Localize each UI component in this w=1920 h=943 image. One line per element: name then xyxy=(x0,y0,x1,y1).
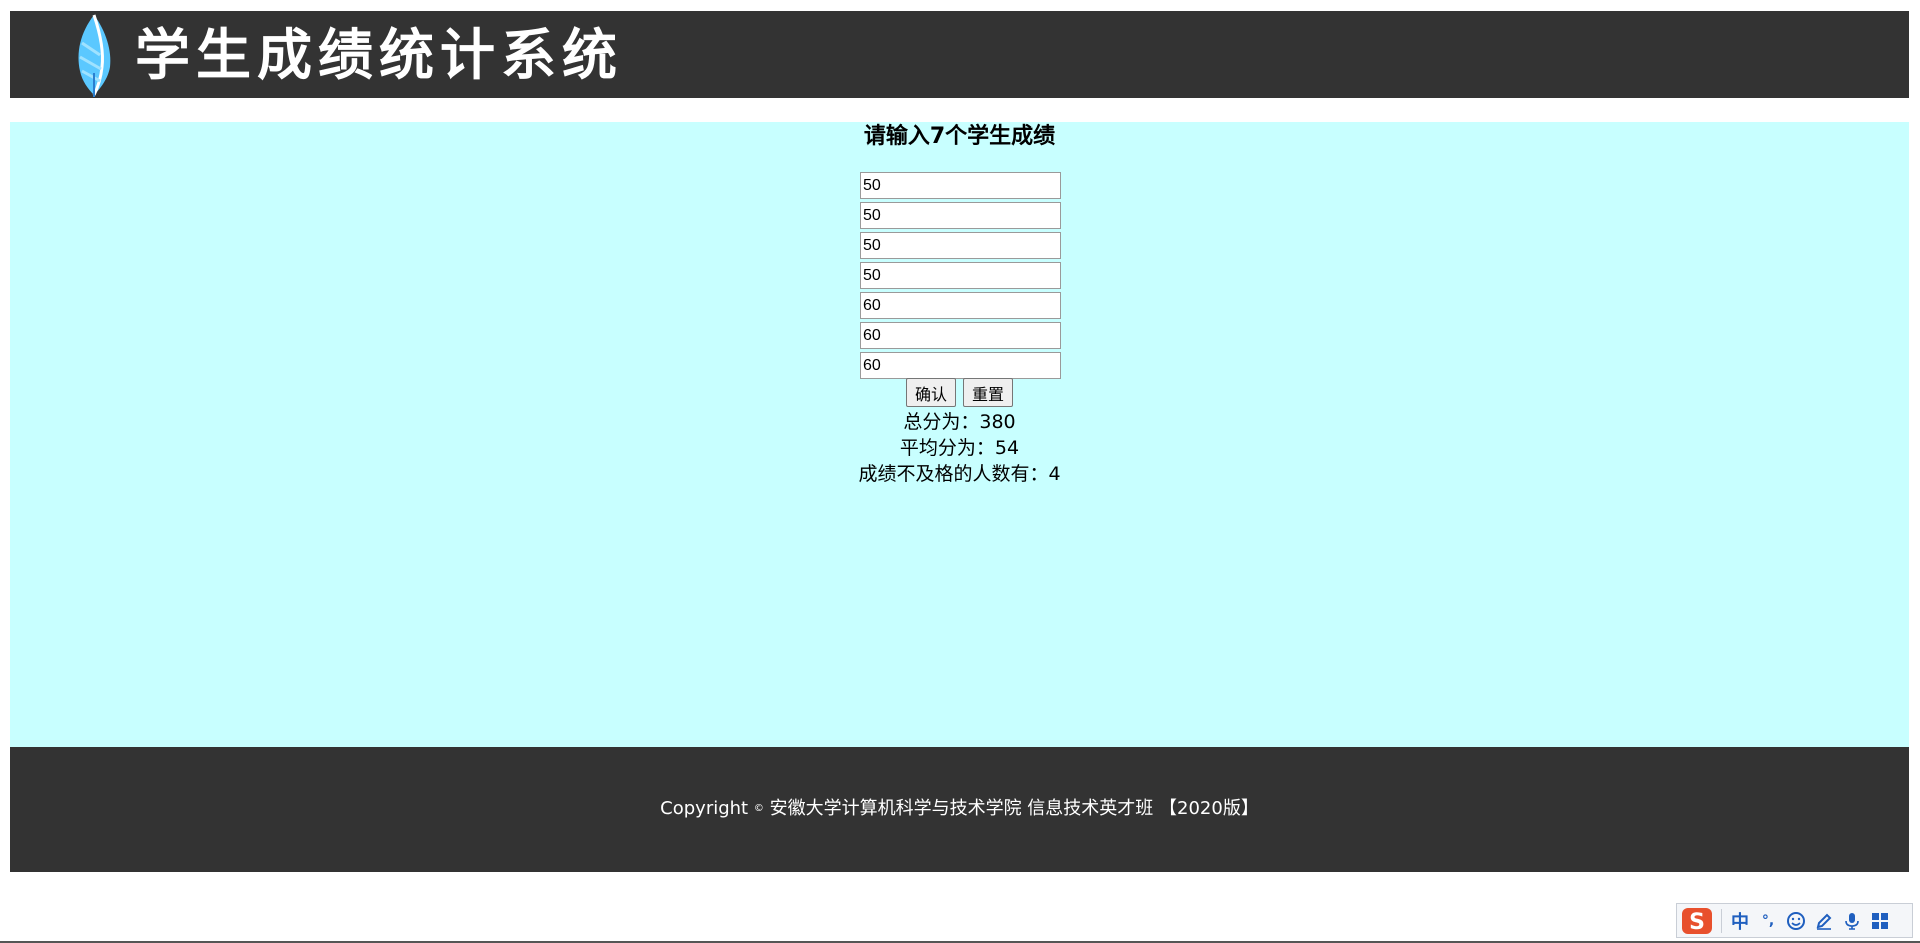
site-title: 学生成绩统计系统 xyxy=(135,22,624,87)
score-input-4[interactable] xyxy=(860,262,1061,289)
emoji-icon[interactable] xyxy=(1782,904,1810,937)
score-input-5[interactable] xyxy=(860,292,1061,319)
main-content: 请输入7个学生成绩 确认 重置 总分为：380 平均分为：54 成绩不及格的人数… xyxy=(10,122,1909,747)
copyright-text: Copyright © 安徽大学计算机科学与技术学院 信息技术英才班 【2020… xyxy=(10,797,1909,821)
copyright-word: Copyright xyxy=(660,798,749,819)
fail-count-line: 成绩不及格的人数有：4 xyxy=(10,461,1909,487)
feather-logo-icon xyxy=(70,13,122,97)
pen-icon[interactable] xyxy=(1810,904,1838,937)
total-score-label: 总分为： xyxy=(903,411,980,433)
svg-text:S: S xyxy=(1689,910,1705,935)
page: 学生成绩统计系统 请输入7个学生成绩 确认 重置 总分为：380 平均分为：54 xyxy=(0,0,1920,943)
ime-separator xyxy=(1721,908,1722,933)
score-input-7[interactable] xyxy=(860,352,1061,379)
average-score-label: 平均分为： xyxy=(899,437,995,459)
microphone-icon[interactable] xyxy=(1838,904,1866,937)
total-score-value: 380 xyxy=(979,411,1016,433)
ime-punctuation-toggle[interactable]: °, xyxy=(1754,904,1782,937)
results: 总分为：380 平均分为：54 成绩不及格的人数有：4 xyxy=(10,409,1909,487)
confirm-button[interactable]: 确认 xyxy=(905,378,956,407)
grid-icon[interactable] xyxy=(1866,904,1894,937)
ime-toolbar: S 中 °, xyxy=(1676,903,1913,938)
score-input-6[interactable] xyxy=(860,322,1061,349)
average-score-line: 平均分为：54 xyxy=(10,435,1909,461)
score-inputs xyxy=(860,172,1062,382)
score-input-2[interactable] xyxy=(860,202,1061,229)
site-header: 学生成绩统计系统 xyxy=(10,11,1909,98)
ime-language-toggle[interactable]: 中 xyxy=(1726,904,1754,937)
score-input-1[interactable] xyxy=(860,172,1061,199)
average-score-value: 54 xyxy=(994,437,1020,459)
fail-count-value: 4 xyxy=(1048,463,1061,485)
sogou-logo-icon[interactable]: S xyxy=(1677,904,1717,937)
site-footer: Copyright © 安徽大学计算机科学与技术学院 信息技术英才班 【2020… xyxy=(10,747,1909,872)
total-score-line: 总分为：380 xyxy=(10,409,1909,435)
score-input-3[interactable] xyxy=(860,232,1061,259)
copyright-symbol: © xyxy=(753,803,764,814)
form-buttons: 确认 重置 xyxy=(10,378,1909,407)
copyright-org: 安徽大学计算机科学与技术学院 信息技术英才班 【2020版】 xyxy=(769,798,1259,819)
form-title: 请输入7个学生成绩 xyxy=(863,124,1056,149)
reset-button[interactable]: 重置 xyxy=(963,378,1014,407)
fail-count-label: 成绩不及格的人数有： xyxy=(858,463,1049,485)
